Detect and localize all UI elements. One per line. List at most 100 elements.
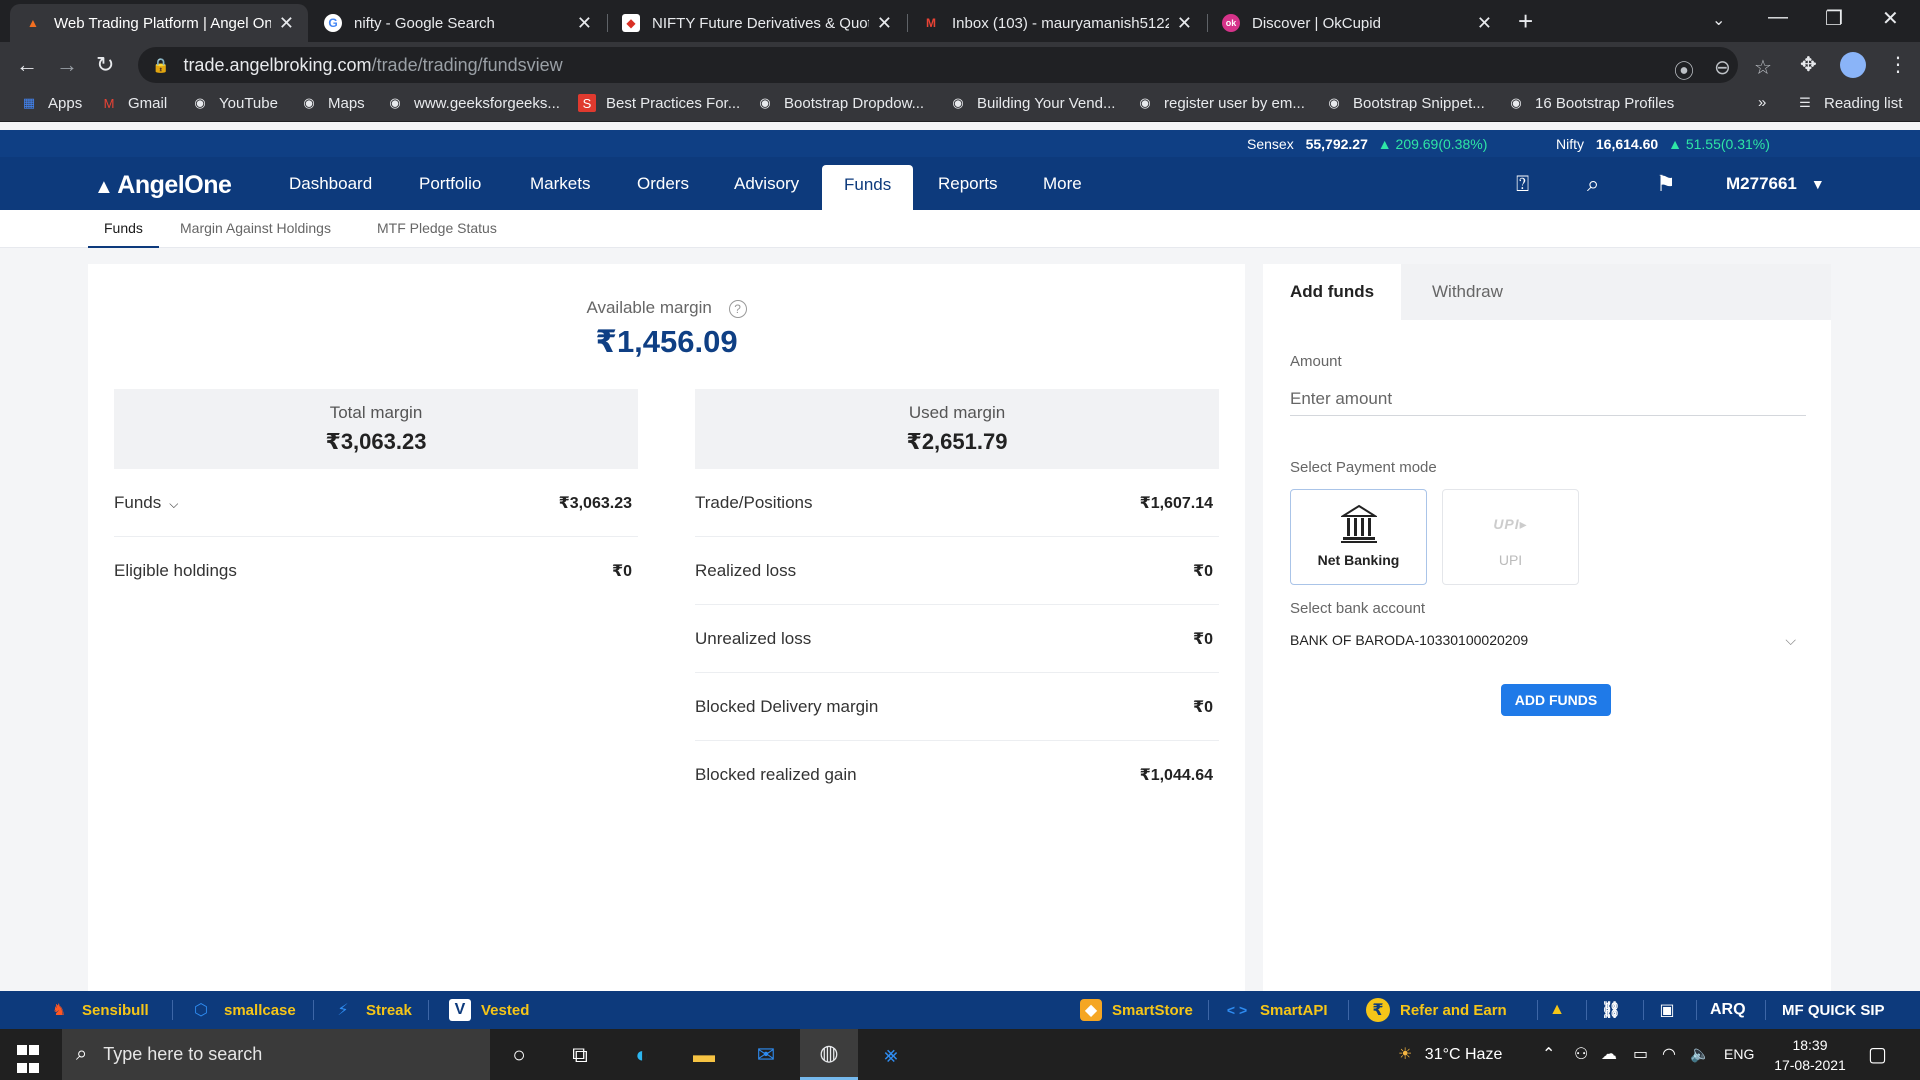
weather-widget[interactable]: ☀ 31°C Haze [1398, 1044, 1502, 1064]
zoom-icon[interactable]: ⊖ [1714, 55, 1731, 80]
close-tab-icon[interactable]: ✕ [577, 13, 592, 34]
subtab-funds[interactable]: Funds [88, 210, 159, 248]
angelone-logo[interactable]: ▲ AngelOne [94, 171, 232, 200]
language-indicator[interactable]: ENG [1724, 1046, 1754, 1062]
search-icon[interactable]: ⌕ [1587, 171, 1599, 197]
more-bookmarks-button[interactable]: » [1758, 94, 1766, 111]
nav-markets[interactable]: Markets [508, 157, 612, 210]
browser-menu-icon[interactable]: ⋮ [1888, 52, 1908, 77]
subtab-margin-against-holdings[interactable]: Margin Against Holdings [164, 210, 347, 248]
close-tab-icon[interactable]: ✕ [279, 13, 294, 34]
nav-funds[interactable]: Funds [822, 165, 914, 210]
windows-start-icon[interactable] [16, 1043, 40, 1079]
bookmark-bootstrap-dropdown[interactable]: ◉ Bootstrap Dropdow... [756, 94, 924, 112]
angel-favicon-icon: ▲ [27, 16, 39, 30]
taskbar-clock[interactable]: 18:39 17-08-2021 [1770, 1035, 1850, 1075]
row-label: Trade/Positions [695, 492, 813, 512]
task-view-icon[interactable]: ⧉ [551, 1029, 609, 1080]
payment-net-banking[interactable]: Net Banking [1290, 489, 1427, 585]
bookmark-gmail[interactable]: M Gmail [100, 94, 168, 112]
address-bar[interactable]: 🔒 trade.angelbroking.com/trade/trading/f… [138, 47, 1772, 84]
bookmark-geeksforgeeks[interactable]: ◉ www.geeksforgeeks... [386, 94, 560, 112]
close-tab-icon[interactable]: ✕ [877, 13, 892, 34]
onedrive-cloud-icon[interactable]: ☁ [1601, 1044, 1617, 1064]
payment-upi[interactable]: UPI▸ UPI [1442, 489, 1579, 585]
partner-smartstore[interactable]: ◆ SmartStore [1080, 991, 1193, 1029]
browser-tab-google[interactable]: G nifty - Google Search ✕ [310, 4, 606, 42]
mail-icon[interactable]: ✉ [737, 1029, 795, 1080]
reading-list-button[interactable]: ☰ Reading list [1796, 94, 1902, 112]
close-tab-icon[interactable]: ✕ [1177, 13, 1192, 34]
tab-search-icon[interactable]: ⌄ [1712, 10, 1725, 30]
help-icon[interactable]: ? [728, 299, 747, 318]
arq-button[interactable]: ARQ [1710, 991, 1746, 1029]
taskbar-search[interactable]: ⌕ Type here to search [62, 1029, 490, 1080]
partner-vested[interactable]: V Vested [449, 991, 529, 1029]
link-button[interactable]: ⛓ [1598, 991, 1634, 1029]
partner-refer-and-earn[interactable]: ₹ Refer and Earn [1366, 991, 1507, 1029]
browser-tab-okcupid[interactable]: ok Discover | OkCupid ✕ [1208, 4, 1506, 42]
nifty-ticker[interactable]: Nifty 16,614.60 ▲ 51.55(0.31%) [1556, 136, 1770, 152]
back-icon[interactable]: ← [16, 52, 38, 78]
show-hidden-icons[interactable]: ⌃ [1542, 1044, 1555, 1064]
battery-icon[interactable]: ▭ [1633, 1044, 1648, 1064]
bookmark-bootstrap-snippet[interactable]: ◉ Bootstrap Snippet... [1325, 94, 1484, 112]
vscode-icon[interactable]: ⨳ [862, 1029, 920, 1080]
bookmark-youtube[interactable]: ◉ YouTube [191, 94, 278, 112]
amount-input[interactable] [1290, 382, 1806, 416]
close-tab-icon[interactable]: ✕ [1477, 13, 1492, 34]
forward-icon[interactable]: → [56, 52, 78, 78]
subtab-mtf-pledge-status[interactable]: MTF Pledge Status [361, 210, 513, 248]
wifi-icon[interactable]: ◠ [1662, 1044, 1676, 1064]
partner-smallcase[interactable]: ⬡ smallcase [188, 991, 296, 1029]
meet-now-icon[interactable]: ⚇ [1574, 1044, 1588, 1064]
chrome-icon[interactable]: ◍ [800, 1029, 858, 1080]
notifications-icon[interactable]: ▢ [1868, 1042, 1887, 1067]
cortana-icon[interactable]: ○ [490, 1029, 548, 1080]
partner-smartapi[interactable]: < > SmartAPI [1224, 991, 1328, 1029]
partner-streak[interactable]: ⚡ Streak [330, 991, 412, 1029]
mf-quick-sip-button[interactable]: MF QUICK SIP [1782, 991, 1885, 1029]
window-close-icon[interactable]: ✕ [1882, 6, 1899, 31]
user-menu[interactable]: M277661 ▼ [1726, 174, 1825, 194]
nav-reports[interactable]: Reports [916, 157, 1020, 210]
watchlist-bookmark-icon[interactable]: ⚑ [1656, 171, 1676, 197]
partner-sensibull[interactable]: ♞ Sensibull [46, 991, 149, 1029]
tab-add-funds[interactable]: Add funds [1263, 264, 1402, 320]
funds-row[interactable]: Funds ⌵ ₹3,063.23 [114, 469, 638, 537]
tab-withdraw[interactable]: Withdraw [1405, 264, 1530, 320]
minimize-icon[interactable]: — [1768, 6, 1788, 29]
volume-icon[interactable]: 🔈 [1690, 1044, 1710, 1064]
bookmark-register-user[interactable]: ◉ register user by em... [1136, 94, 1305, 112]
partner-label: Streak [366, 1001, 412, 1019]
nav-portfolio[interactable]: Portfolio [397, 157, 503, 210]
file-explorer-icon[interactable]: ▬ [675, 1029, 733, 1080]
location-icon[interactable]: ⦿ [1674, 55, 1694, 84]
bookmark-maps[interactable]: ◉ Maps [300, 94, 364, 112]
funds-dropdown[interactable]: Funds ⌵ [114, 493, 178, 513]
browser-tab-angel[interactable]: ▲ Web Trading Platform | Angel On ✕ [10, 4, 308, 42]
nav-advisory[interactable]: Advisory [712, 157, 821, 210]
profile-avatar[interactable] [1840, 52, 1866, 78]
nav-dashboard[interactable]: Dashboard [267, 157, 394, 210]
bookmark-bootstrap-profiles[interactable]: ◉ 16 Bootstrap Profiles [1507, 94, 1674, 112]
bookmark-building-vendor[interactable]: ◉ Building Your Vend... [949, 94, 1115, 112]
browser-tab-nifty[interactable]: ◆ NIFTY Future Derivatives & Quot ✕ [608, 4, 906, 42]
edge-icon[interactable]: ◐ [613, 1029, 671, 1080]
bookmark-apps[interactable]: ▦ Apps [20, 94, 82, 112]
restore-icon[interactable]: ❐ [1825, 6, 1843, 31]
bank-account-select[interactable]: BANK OF BARODA-10330100020209 ⌵ [1290, 626, 1796, 654]
star-bookmark-icon[interactable]: ☆ [1754, 55, 1772, 80]
nav-more[interactable]: More [1021, 157, 1104, 210]
add-funds-button[interactable]: ADD FUNDS [1501, 684, 1611, 716]
browser-tab-gmail[interactable]: M Inbox (103) - mauryamanish5122 ✕ [908, 4, 1206, 42]
sensex-ticker[interactable]: Sensex 55,792.27 ▲ 209.69(0.38%) [1247, 136, 1487, 152]
new-tab-icon[interactable]: + [1518, 6, 1533, 37]
help-chat-icon[interactable]: ⍰ [1516, 171, 1529, 197]
screen-button[interactable]: ▣ [1654, 991, 1690, 1029]
bookmark-best-practices[interactable]: S Best Practices For... [578, 94, 740, 112]
extensions-icon[interactable]: ✥ [1800, 52, 1817, 77]
nav-orders[interactable]: Orders [615, 157, 711, 210]
triangle-app-button[interactable]: ▲ [1544, 991, 1580, 1029]
reload-icon[interactable]: ↻ [96, 52, 114, 78]
